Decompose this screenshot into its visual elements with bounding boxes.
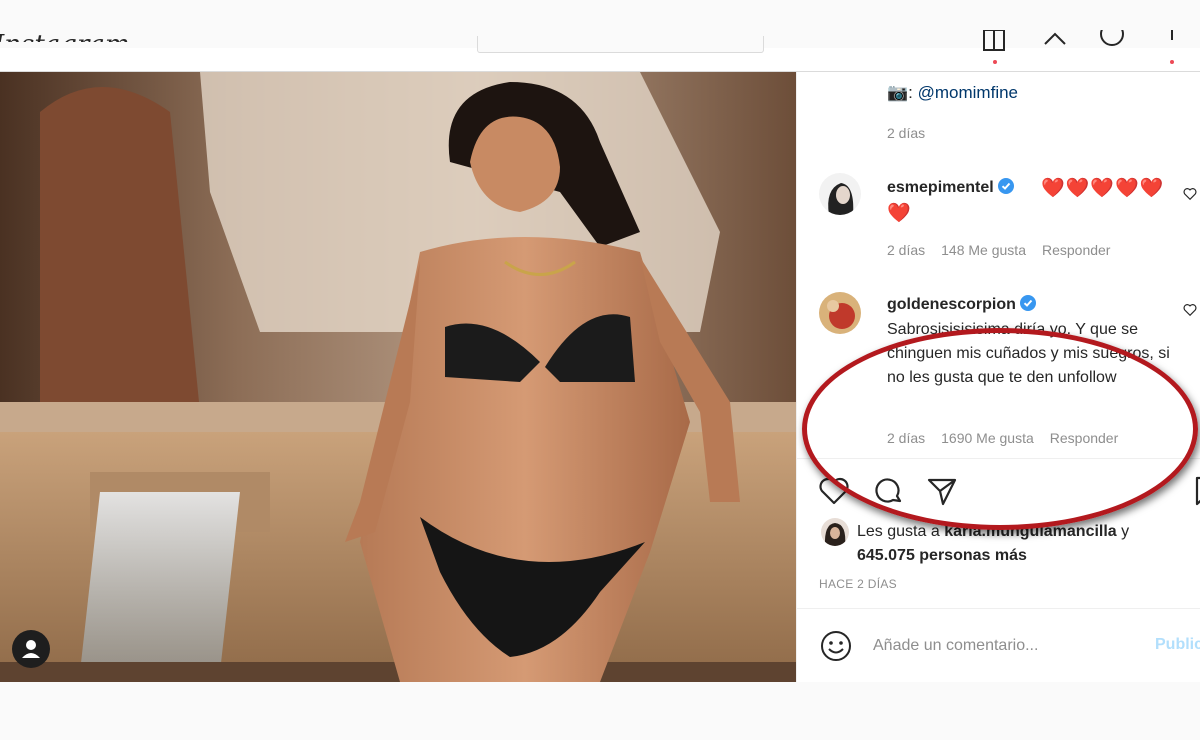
highlight-ellipse <box>802 328 1198 530</box>
page-bottom-area <box>0 682 1200 740</box>
caption-time[interactable]: 2 días <box>887 125 925 141</box>
direct-messages-icon[interactable] <box>982 30 1006 52</box>
caption-credit: 📷: @momimfine <box>887 83 1018 103</box>
comment-likes-count[interactable]: 148 Me gusta <box>941 242 1026 258</box>
comment-time[interactable]: 2 días <box>887 242 925 258</box>
verified-badge-icon <box>997 178 1014 194</box>
verified-badge-icon <box>1019 295 1036 311</box>
comment-avatar-goldenescorpion[interactable] <box>819 292 861 334</box>
comment-like-heart-icon[interactable] <box>1183 303 1197 317</box>
liker-avatar[interactable] <box>821 518 849 546</box>
comment-meta: 2 días 148 Me gusta Responder <box>887 242 1126 258</box>
instagram-post-page: Instagram 📷: @momimfine 2 días esmepimen… <box>0 0 1200 740</box>
camera-emoji-icon: 📷: <box>887 83 913 102</box>
section-divider <box>797 608 1200 609</box>
comment-like-heart-icon[interactable] <box>1183 187 1197 201</box>
user-tag-button[interactable] <box>12 630 50 668</box>
comment-text-hearts-line2: ❤️ <box>887 203 911 224</box>
likes-count-link[interactable]: 645.075 personas más <box>857 547 1027 564</box>
emoji-icon[interactable] <box>819 629 853 663</box>
publish-button[interactable]: Publicar <box>1155 636 1200 654</box>
posted-ago[interactable]: HACE 2 DÍAS <box>819 577 897 591</box>
credit-handle-link[interactable]: @momimfine <box>918 83 1018 102</box>
top-navigation-bar: Instagram <box>0 0 1200 72</box>
add-comment-input[interactable] <box>873 634 1133 658</box>
comment-username[interactable]: goldenescorpion <box>887 295 1036 314</box>
reply-button[interactable]: Responder <box>1042 242 1111 258</box>
activity-icon[interactable] <box>1100 30 1124 52</box>
comment-text-hearts: ❤️❤️❤️❤️❤️ <box>1041 178 1165 199</box>
bookmark-icon[interactable] <box>1189 474 1200 508</box>
profile-icon[interactable] <box>1160 30 1184 52</box>
comment-avatar-esmepimentel[interactable] <box>819 173 861 215</box>
post-photo[interactable] <box>0 72 796 682</box>
comment-username[interactable]: esmepimentel <box>887 178 1014 197</box>
explore-icon[interactable] <box>1043 30 1067 52</box>
user-tag-icon <box>22 640 40 658</box>
search-input[interactable] <box>477 36 764 53</box>
post-container: 📷: @momimfine 2 días esmepimentel ❤️❤️❤️… <box>0 72 1200 682</box>
